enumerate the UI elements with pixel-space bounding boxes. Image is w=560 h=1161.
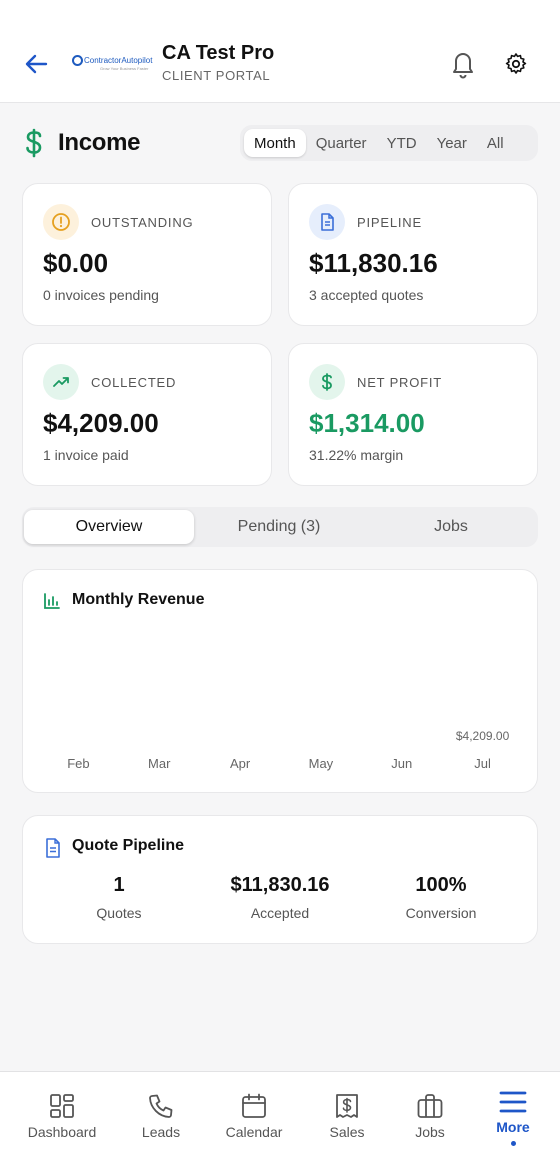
quote-pipeline-title: Quote Pipeline [72,837,185,854]
quotes-stat: 1 Quotes [39,874,199,921]
stat-label: COLLECTED [91,375,177,390]
period-year[interactable]: Year [427,129,477,157]
income-tabs: Overview Pending (3) Jobs [22,507,538,547]
briefcase-icon [417,1094,443,1118]
nav-label: Sales [329,1124,365,1140]
conversion-label: Conversion [405,905,477,921]
stat-value: $0.00 [43,248,109,278]
tab-jobs[interactable]: Jobs [366,510,536,544]
x-tick-label: Jun [391,756,412,771]
back-arrow-icon[interactable] [22,48,50,80]
document-icon [46,838,60,858]
period-ytd[interactable]: YTD [377,129,427,157]
x-tick-label: Apr [230,756,251,771]
gear-icon[interactable] [501,49,531,79]
nav-label: Dashboard [27,1124,97,1140]
period-month[interactable]: Month [244,129,306,157]
accepted-value: $11,830.16 [230,874,330,896]
company-logo: ContractorAutopilot Grow Your Business F… [72,54,152,74]
active-indicator-dot [511,1141,516,1146]
stat-label: NET PROFIT [357,375,443,390]
stat-value: $1,314.00 [309,408,425,438]
stat-subtext: 1 invoice paid [43,447,129,463]
stat-value: $4,209.00 [43,408,159,438]
conversion-value: 100% [415,874,467,896]
nav-item-jobs[interactable]: Jobs [385,1072,475,1161]
pipeline-card[interactable]: PIPELINE $11,830.16 3 accepted quotes [288,183,538,326]
nav-item-calendar[interactable]: Calendar [209,1072,299,1161]
period-selector: Month Quarter YTD Year All [240,125,538,161]
alert-circle-icon [43,204,79,240]
nav-label: More [496,1119,530,1135]
quote-pipeline-card: Quote Pipeline 1 Quotes $11,830.16 Accep… [22,815,538,944]
accepted-stat: $11,830.16 Accepted [200,874,360,921]
app-subtitle: CLIENT PORTAL [162,68,271,83]
nav-item-dashboard[interactable]: Dashboard [17,1072,107,1161]
nav-label: Calendar [225,1124,283,1140]
phone-icon [149,1094,173,1118]
net-profit-card[interactable]: NET PROFIT $1,314.00 31.22% margin [288,343,538,486]
dollar-icon [309,364,345,400]
nav-label: Leads [141,1124,181,1140]
stat-subtext: 31.22% margin [309,447,404,463]
menu-icon [499,1091,527,1113]
x-tick-label: May [309,756,334,771]
outstanding-card[interactable]: OUTSTANDING $0.00 0 invoices pending [22,183,272,326]
nav-item-sales[interactable]: Sales [302,1072,392,1161]
data-label: $4,209.00 [456,729,510,743]
revenue-bar-chart: Feb Mar Apr May Jun Jul $4,209.00 [67,729,510,771]
nav-label: Jobs [415,1124,445,1140]
logo-text: ContractorAutopilot [84,56,153,65]
calendar-icon [242,1093,266,1118]
conversion-stat: 100% Conversion [361,874,521,921]
quotes-value: 1 [113,874,125,896]
page-title: Income [58,129,141,156]
monthly-revenue-card: Monthly Revenue Feb Mar Apr May Jun Jul $4,209… [22,569,538,793]
trending-up-icon [43,364,79,400]
stat-label: OUTSTANDING [91,215,194,230]
bell-icon[interactable] [448,48,478,80]
quotes-label: Quotes [96,905,142,921]
sun-logo-icon [72,55,83,66]
tab-pending[interactable]: Pending (3) [194,510,364,544]
x-tick-label: Mar [148,756,171,771]
document-icon [309,204,345,240]
dashboard-icon [50,1094,74,1118]
period-quarter[interactable]: Quarter [306,129,377,157]
receipt-icon [336,1094,358,1118]
period-all[interactable]: All [477,129,514,157]
income-header: Income Month Quarter YTD Year All [0,120,560,166]
logo-subtext: Grow Your Business Faster [100,66,149,71]
collected-card[interactable]: COLLECTED $4,209.00 1 invoice paid [22,343,272,486]
tab-overview[interactable]: Overview [24,510,194,544]
x-tick-label: Feb [67,756,89,771]
nav-item-leads[interactable]: Leads [116,1072,206,1161]
bottom-navigation: Dashboard Leads Calendar Sales Jobs More [0,1071,560,1161]
nav-item-more[interactable]: More [468,1072,558,1161]
accepted-label: Accepted [250,905,310,921]
app-title: CA Test Pro [162,42,275,64]
stat-subtext: 0 invoices pending [43,287,159,303]
app-header: ContractorAutopilot Grow Your Business F… [0,0,560,103]
stat-value: $11,830.16 [309,248,438,278]
stat-label: PIPELINE [357,215,422,230]
x-tick-label: Jul [474,756,491,771]
stat-subtext: 3 accepted quotes [309,287,424,303]
dollar-icon [26,128,42,158]
